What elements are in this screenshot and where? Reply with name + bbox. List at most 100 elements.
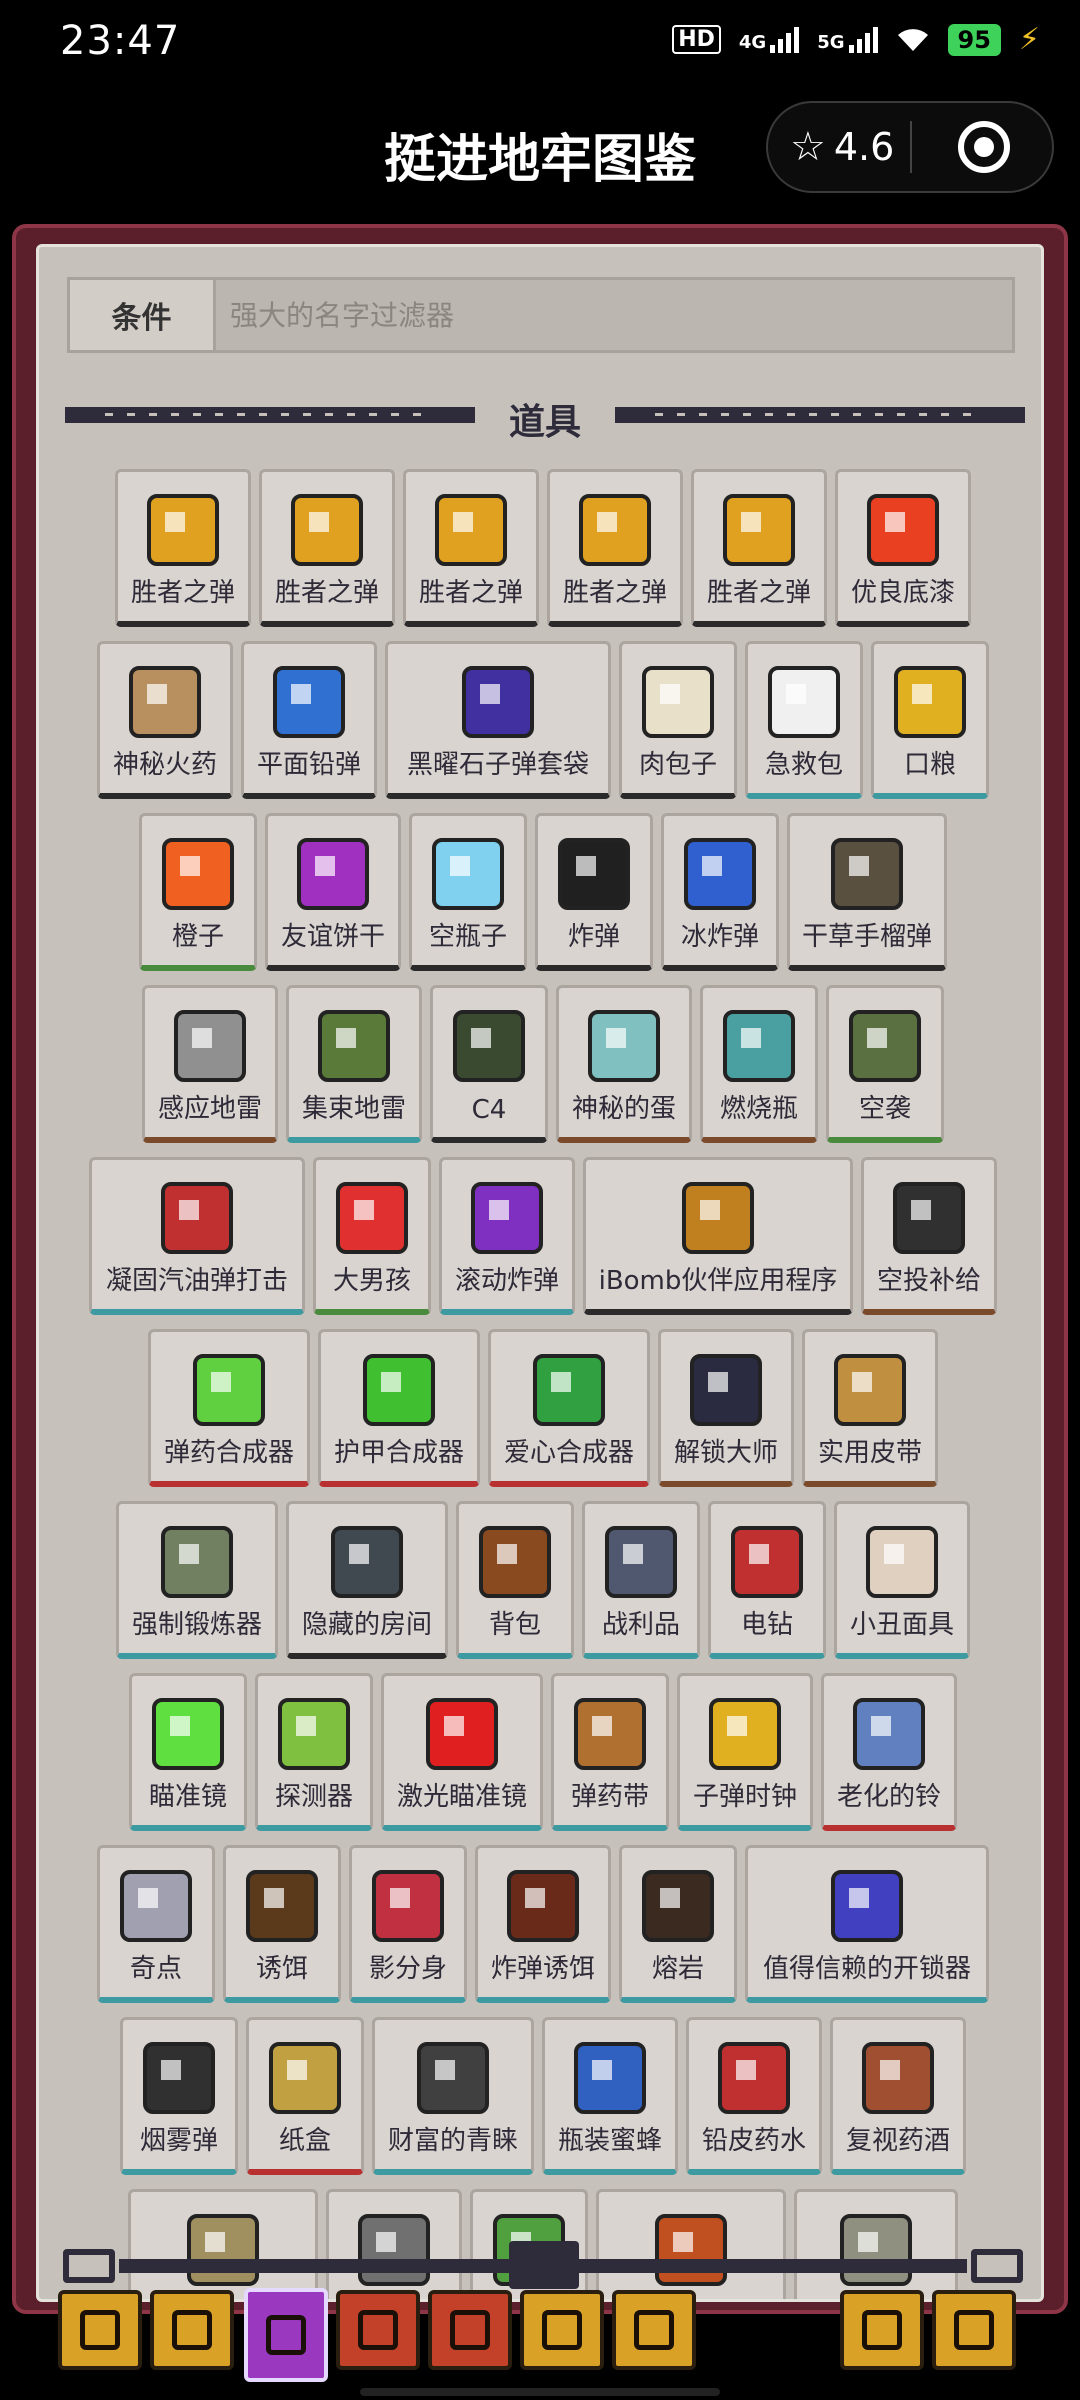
item-card[interactable]: 弹药合成器 (148, 1329, 310, 1487)
item-card[interactable]: 弹药带 (551, 1673, 669, 1831)
item-card[interactable]: 炸弹诱饵 (475, 1845, 611, 2003)
ibomb-icon (672, 1172, 764, 1264)
item-card[interactable]: 胜者之弹 (403, 469, 539, 627)
item-card[interactable]: 集束地雷 (286, 985, 422, 1143)
horizontal-scrollbar[interactable] (63, 2241, 1023, 2289)
item-card[interactable]: 优良底漆 (835, 469, 971, 627)
ice-bomb-icon (674, 828, 766, 920)
item-card[interactable]: 口粮 (871, 641, 989, 799)
item-label: 友谊饼干 (280, 922, 385, 952)
item-card[interactable]: iBomb伙伴应用程序 (583, 1157, 853, 1315)
item-card[interactable]: C4 (430, 985, 548, 1143)
item-card[interactable]: 烟雾弹 (120, 2017, 238, 2175)
hd-icon: HD (672, 25, 721, 54)
tab-enemies[interactable] (428, 2290, 512, 2370)
item-card[interactable]: 护甲合成器 (318, 1329, 480, 1487)
item-card[interactable] (326, 2189, 462, 2299)
item-card[interactable]: 胜者之弹 (691, 469, 827, 627)
item-card[interactable]: 滚动炸弹 (439, 1157, 575, 1315)
item-card[interactable] (596, 2189, 786, 2299)
item-card[interactable]: 子弹时钟 (677, 1673, 813, 1831)
smoke-bomb-icon (133, 2032, 225, 2124)
item-card[interactable]: 神秘的蛋 (556, 985, 692, 1143)
item-card[interactable]: 空袭 (826, 985, 944, 1143)
item-card[interactable]: 胜者之弹 (259, 469, 395, 627)
item-card[interactable]: 空投补给 (861, 1157, 997, 1315)
item-card[interactable]: 大男孩 (313, 1157, 431, 1315)
condition-button[interactable]: 条件 (70, 280, 216, 350)
item-card[interactable]: 肉包子 (619, 641, 737, 799)
item-card[interactable]: 神秘火药 (97, 641, 233, 799)
item-row: 凝固汽油弹打击 大男孩 滚动炸弹 iBomb伙伴应用程序 空投补给 (39, 1157, 1041, 1315)
battery-icon: 95 (947, 23, 1001, 56)
tab-shrines[interactable] (520, 2290, 604, 2370)
item-card[interactable]: 黑曜石子弹套袋 (385, 641, 611, 799)
item-card[interactable]: 值得信赖的开锁器 (745, 1845, 989, 2003)
tab-help[interactable] (840, 2290, 924, 2370)
item-row: 感应地雷 集束地雷 C4 神秘的蛋 燃烧瓶 空袭 (39, 985, 1041, 1143)
item-row: 奇点 诱饵 影分身 炸弹诱饵 熔岩 值得信赖的开锁器 (39, 1845, 1041, 2003)
rating-button[interactable]: ☆ 4.6 (768, 124, 910, 170)
item-card[interactable]: 急救包 (745, 641, 863, 799)
item-card[interactable]: 影分身 (349, 1845, 467, 2003)
item-card[interactable]: 隐藏的房间 (286, 1501, 448, 1659)
tab-npcs[interactable] (336, 2290, 420, 2370)
item-row: 橙子 友谊饼干 空瓶子 炸弹 冰炸弹 干草手榴弹 (39, 813, 1041, 971)
item-card[interactable]: 纸盒 (246, 2017, 364, 2175)
item-card[interactable]: 小丑面具 (834, 1501, 970, 1659)
item-card[interactable]: 胜者之弹 (547, 469, 683, 627)
item-card[interactable]: 胜者之弹 (115, 469, 251, 627)
item-card[interactable]: 凝固汽油弹打击 (89, 1157, 305, 1315)
bullet-i-icon (137, 484, 229, 576)
item-card[interactable]: 战利品 (582, 1501, 700, 1659)
item-card[interactable]: 实用皮带 (802, 1329, 938, 1487)
shadow-clone-icon (362, 1860, 454, 1952)
item-card[interactable]: 激光瞄准镜 (381, 1673, 543, 1831)
item-card[interactable]: 熔岩 (619, 1845, 737, 2003)
scroll-thumb[interactable] (509, 2241, 579, 2289)
item-card[interactable]: 友谊饼干 (265, 813, 401, 971)
bomb-decoy-icon (497, 1860, 589, 1952)
item-card[interactable]: 财富的青睐 (372, 2017, 534, 2175)
item-card[interactable]: 空瓶子 (409, 813, 527, 971)
singularity-icon (110, 1860, 202, 1952)
item-card[interactable]: 解锁大师 (658, 1329, 794, 1487)
item-card[interactable]: 奇点 (97, 1845, 215, 2003)
close-miniapp-icon[interactable] (958, 121, 1010, 173)
item-card[interactable]: 橙子 (139, 813, 257, 971)
item-card[interactable]: 燃烧瓶 (700, 985, 818, 1143)
name-filter-input[interactable] (216, 280, 1012, 350)
item-card[interactable]: 电钻 (708, 1501, 826, 1659)
item-card[interactable]: 老化的铃 (821, 1673, 957, 1831)
item-card[interactable]: 干草手榴弹 (787, 813, 947, 971)
tab-items[interactable] (244, 2288, 328, 2382)
item-card[interactable]: 复视药酒 (830, 2017, 966, 2175)
capsule-divider (910, 121, 912, 173)
item-card[interactable]: 感应地雷 (142, 985, 278, 1143)
item-card[interactable]: 瞄准镜 (129, 1673, 247, 1831)
item-card[interactable] (794, 2189, 958, 2299)
item-card[interactable]: 探测器 (255, 1673, 373, 1831)
decoy-icon (236, 1860, 328, 1952)
tab-settings[interactable] (932, 2290, 1016, 2370)
item-card[interactable]: 冰炸弹 (661, 813, 779, 971)
bottled-bee-icon (564, 2032, 656, 2124)
status-time: 23:47 (60, 18, 181, 64)
item-card[interactable]: 强制锻炼器 (116, 1501, 278, 1659)
item-card[interactable]: 爱心合成器 (488, 1329, 650, 1487)
tab-guns[interactable] (150, 2290, 234, 2370)
item-card[interactable]: 诱饵 (223, 1845, 341, 2003)
item-card[interactable]: 铅皮药水 (686, 2017, 822, 2175)
item-card[interactable]: 背包 (456, 1501, 574, 1659)
tab-characters[interactable] (58, 2290, 142, 2370)
tab-bosses[interactable] (612, 2290, 696, 2370)
item-card[interactable]: 炸弹 (535, 813, 653, 971)
item-label: 冰炸弹 (680, 922, 759, 952)
c4-icon (443, 1000, 535, 1092)
cluster-mine-icon (308, 1000, 400, 1092)
item-card[interactable] (128, 2189, 318, 2299)
helmet-icon (80, 2310, 120, 2350)
item-card[interactable]: 瓶装蜜蜂 (542, 2017, 678, 2175)
item-label: 爱心合成器 (503, 1438, 634, 1468)
item-card[interactable]: 平面铅弹 (241, 641, 377, 799)
